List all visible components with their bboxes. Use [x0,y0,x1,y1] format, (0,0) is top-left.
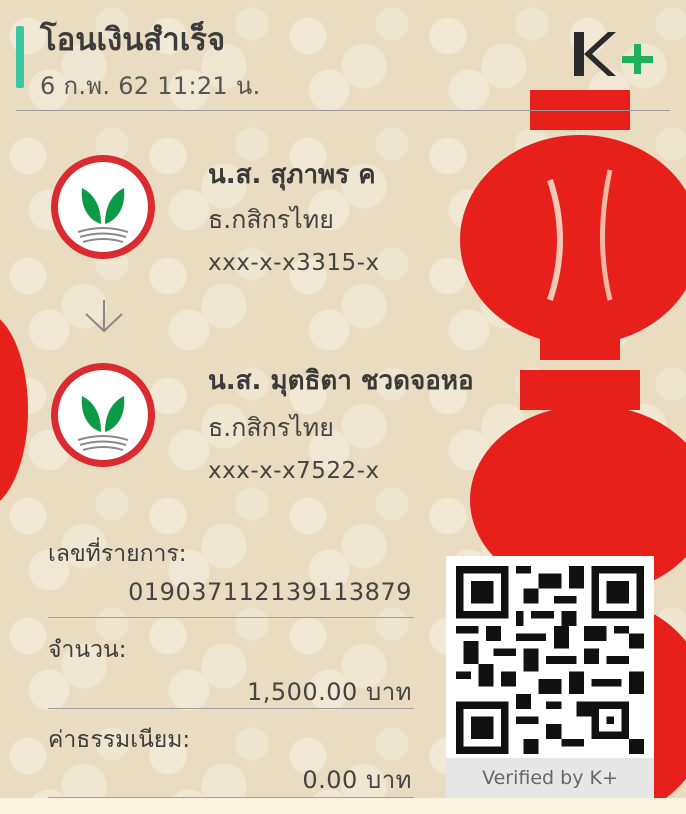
reference-label: เลขที่รายการ: [48,541,187,567]
header-divider [16,110,670,111]
receiver-account: xxx-x-x7522-x [208,458,380,484]
fee-value: 0.00 บาท [302,766,412,794]
bottom-strip [0,798,686,814]
kplus-logo-icon [574,32,653,76]
receiver-name: น.ส. มุตธิตา ชวดจอหอ [208,366,474,396]
receiver-bank: ธ.กสิกรไทย [208,413,334,442]
lantern-top-right [460,90,686,360]
amount-label: จำนวน: [48,637,127,663]
sender-bank: ธ.กสิกรไทย [208,205,334,234]
page-title: โอนเงินสำเร็จ [40,22,226,58]
reference-divider [48,617,414,618]
receiver-kasikorn-bank-logo-icon [51,363,155,467]
qr-caption: Verified by K+ [446,758,654,798]
fee-label: ค่าธรรมเนียม: [48,727,191,753]
sender-account: xxx-x-x3315-x [208,250,380,276]
header-accent-bar [16,26,24,88]
lantern-left [0,319,28,501]
qr-code-icon [456,566,644,754]
down-arrow-icon [85,300,123,333]
sender-kasikorn-bank-logo-icon [51,155,155,259]
amount-value: 1,500.00 บาท [246,678,412,706]
amount-divider [48,708,414,709]
fee-divider [48,797,414,798]
transaction-datetime: 6 ก.พ. 62 11:21 น. [40,72,261,100]
sender-name: น.ส. สุภาพร ค [208,160,376,190]
verification-qr-code[interactable]: Verified by K+ [446,556,654,798]
reference-value: 019037112139113879 [128,578,412,606]
